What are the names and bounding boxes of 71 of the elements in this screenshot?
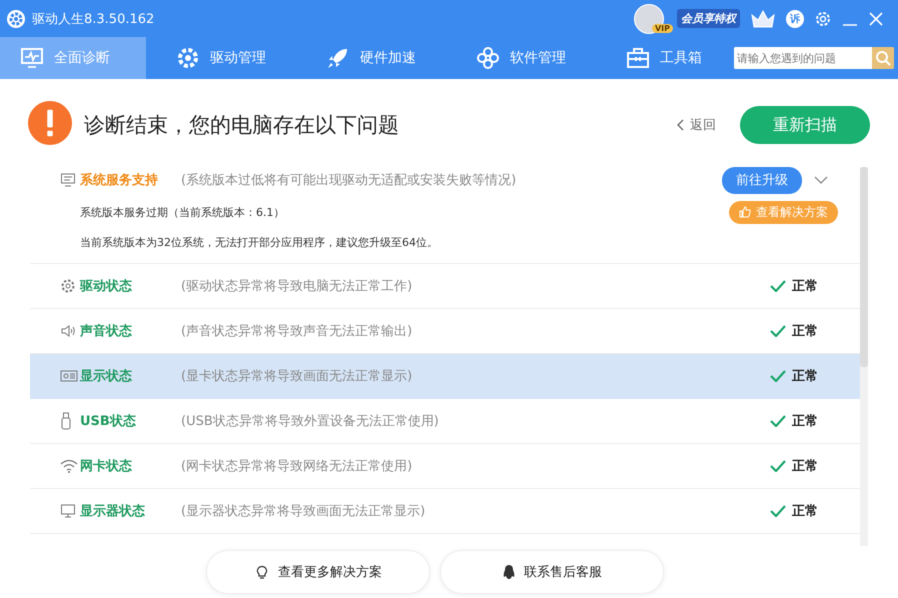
monitor-icon (60, 503, 76, 519)
checkmark-icon (770, 415, 786, 427)
rocket-icon (326, 46, 350, 70)
checkmark-icon (770, 325, 786, 337)
checkmark-icon (770, 460, 786, 472)
item-description: (系统版本过低将有可能出现驱动无适配或安装失败等情况) (181, 172, 516, 189)
item-name: 驱动状态 (80, 278, 133, 295)
item-name: 声音状态 (80, 322, 133, 340)
thumbs-up-icon (739, 206, 751, 218)
status-text: 正常 (792, 368, 818, 385)
item-description: (驱动状态异常将导致电脑无法正常工作) (181, 278, 412, 295)
selected-row[interactable]: 显示状态 (显卡状态异常将导致画面无法正常显示) 正常 (30, 354, 860, 399)
list-row[interactable]: USB状态 (USB状态异常将导致外置设备无法正常使用) 正常 (30, 399, 860, 444)
chevron-left-icon (677, 119, 685, 131)
detail-text: 当前系统版本为32位系统，无法打开部分应用程序，建议您升级至64位。 (80, 234, 438, 250)
crown-icon (750, 8, 776, 28)
chevron-down-icon[interactable] (814, 176, 828, 184)
checkmark-icon (770, 505, 786, 517)
feedback-button[interactable]: 诉 (786, 10, 804, 28)
penguin-icon (502, 564, 516, 580)
list-row[interactable]: 驱动状态 (驱动状态异常将导致电脑无法正常工作) 正常 (30, 264, 860, 309)
back-link[interactable]: 返回 (677, 116, 716, 134)
settings-icon[interactable] (814, 10, 832, 28)
status-text: 正常 (792, 323, 818, 340)
toolbox-icon (626, 47, 650, 69)
status-text: 正常 (792, 278, 818, 295)
usb-drive-icon (60, 412, 72, 430)
search-field[interactable]: 请输入您遇到的问题 (734, 47, 894, 69)
monitor-pulse-icon (20, 47, 44, 69)
item-name: USB状态 (80, 413, 137, 430)
list-row[interactable]: 显示器状态 (显示器状态异常将导致画面无法正常显示) 正常 (30, 489, 860, 534)
speaker-icon (60, 323, 76, 339)
status-text: 正常 (792, 413, 818, 430)
item-name: 显示状态 (80, 368, 133, 385)
monitor-icon (60, 172, 76, 188)
item-name: 显示器状态 (80, 503, 146, 520)
item-description: (USB状态异常将导致外置设备无法正常使用) (181, 413, 439, 430)
vip-badge: VIP (652, 24, 673, 33)
vip-privilege-link[interactable]: 会员享特权 (677, 9, 740, 28)
window-title: 驱动人生8.3.50.162 (32, 10, 154, 28)
lightbulb-icon (254, 564, 270, 580)
gear-icon (60, 278, 76, 294)
footer-button[interactable]: 查看更多解决方案 (206, 550, 430, 594)
item-description: (声音状态异常将导致声音无法正常输出) (181, 323, 412, 340)
list-row[interactable]: 网卡状态 (网卡状态异常将导致网络无法正常使用) 正常 (30, 444, 860, 489)
status-text: 正常 (792, 458, 818, 475)
flower-icon (476, 46, 500, 70)
wifi-icon (60, 459, 78, 473)
close-icon[interactable] (868, 10, 884, 26)
item-name: 系统服务支持 (80, 172, 159, 189)
checkmark-icon (770, 280, 786, 292)
result-heading: 诊断结束，您的电脑存在以下问题 (84, 112, 399, 139)
item-description: (显卡状态异常将导致画面无法正常显示) (181, 368, 412, 385)
nav-tab[interactable]: 驱动管理 (146, 37, 296, 79)
graphics-card-icon (60, 369, 78, 383)
checkmark-icon (770, 370, 786, 382)
status-text: 正常 (792, 503, 818, 520)
nav-tab[interactable]: 工具箱 (596, 37, 732, 79)
item-description: (显示器状态异常将导致画面无法正常显示) (181, 503, 426, 520)
gear-logo-icon (6, 8, 26, 28)
nav-tab[interactable]: 软件管理 (446, 37, 596, 79)
upgrade-button[interactable]: 前往升级 (722, 166, 802, 194)
item-description: (网卡状态异常将导致网络无法正常使用) (181, 458, 412, 475)
scrollbar[interactable] (860, 167, 868, 546)
nav-tab[interactable]: 硬件加速 (296, 37, 446, 79)
list-row[interactable]: 系统服务支持 (系统版本过低将有可能出现驱动无适配或安装失败等情况) 前往升级 系统版本服务过期（当前系统版本：6.1） 查看解决方案 当前系统版本为32位系统，无法打开部分应用程序，建议您升级至64位。 (30, 163, 860, 264)
footer-button[interactable]: 联系售后客服 (440, 550, 664, 594)
search-icon (875, 50, 891, 66)
item-name: 网卡状态 (80, 458, 133, 475)
gear-icon (176, 46, 200, 70)
detail-text: 系统版本服务过期（当前系统版本：6.1） (80, 204, 284, 220)
